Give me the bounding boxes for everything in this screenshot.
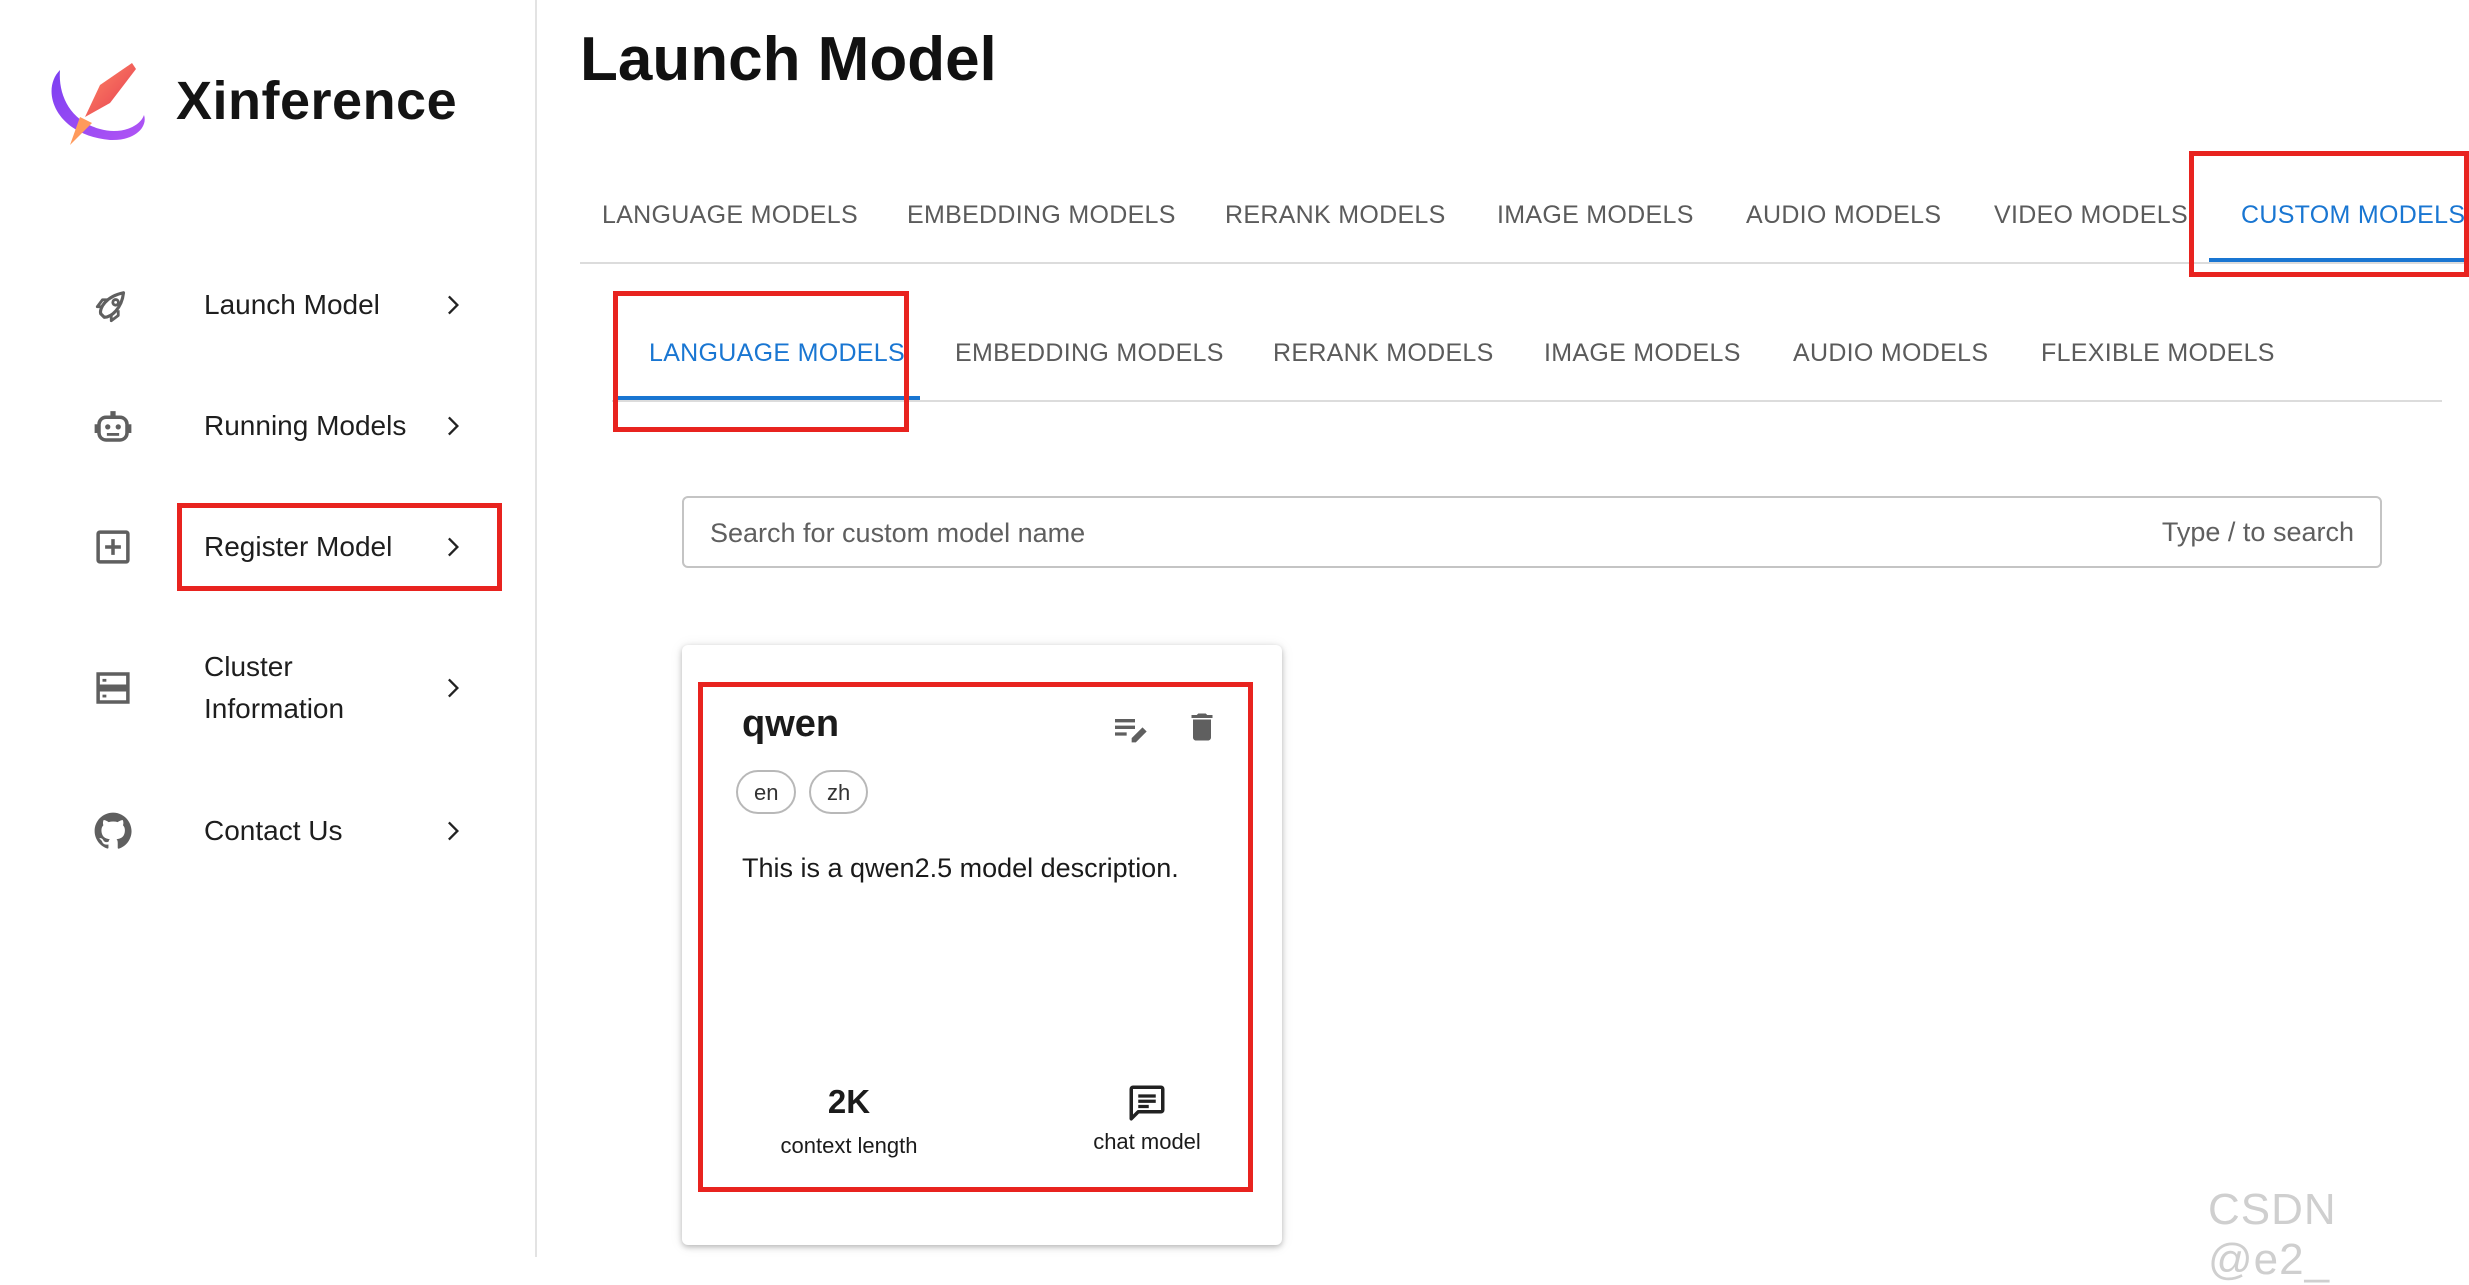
subtab-language-models[interactable]: LANGUAGE MODELS [649,318,905,400]
xinference-logo-icon [51,63,145,145]
sidebar-item-label: Cluster [204,651,293,682]
edit-note-icon[interactable] [1110,709,1150,749]
chevron-right-icon [448,678,459,698]
search-input[interactable] [708,498,2012,568]
model-type-tabs: LANGUAGE MODELS EMBEDDING MODELS RERANK … [580,180,2469,264]
search-box: Type / to search [682,496,2382,568]
model-type-label: chat model [1093,1129,1201,1154]
sidebar-item-label: Running Models [204,410,407,441]
custom-model-type-subtabs: LANGUAGE MODELS EMBEDDING MODELS RERANK … [612,318,2442,402]
model-card[interactable]: qwen en zh This is a qwen2.5 model descr… [682,645,1282,1245]
active-tab-indicator [2209,258,2464,262]
robot-icon [94,411,132,442]
tab-embedding-models[interactable]: EMBEDDING MODELS [907,180,1176,262]
server-icon [96,672,130,704]
language-chip: zh [809,770,869,814]
sidebar-item-cluster-information[interactable]: Cluster Information [80,646,500,730]
chevron-right-icon [448,821,459,841]
sidebar-item-launch-model[interactable]: Launch Model [80,284,500,326]
brand-name: Xinference [176,71,458,131]
chevron-right-icon [448,295,459,315]
sidebar-item-label: Contact Us [204,815,343,846]
sidebar-item-contact-us[interactable]: Contact Us [80,810,500,852]
subtab-embedding-models[interactable]: EMBEDDING MODELS [955,318,1224,400]
chevron-right-icon [448,416,459,436]
tab-rerank-models[interactable]: RERANK MODELS [1225,180,1446,262]
github-icon [94,812,132,849]
model-name: qwen [742,703,840,745]
subtab-rerank-models[interactable]: RERANK MODELS [1273,318,1494,400]
sidebar: Xinference Launch Model Running Models R… [0,0,537,1257]
tab-language-models[interactable]: LANGUAGE MODELS [602,180,858,262]
subtab-audio-models[interactable]: AUDIO MODELS [1793,318,1988,400]
model-description: This is a qwen2.5 model description. [742,853,1179,883]
rocket-icon [95,291,126,323]
sidebar-item-label: Launch Model [204,289,380,320]
delete-icon[interactable] [1184,707,1220,747]
subtab-flexible-models[interactable]: FLEXIBLE MODELS [2041,318,2275,400]
context-length-value: 2K [827,1083,871,1120]
sidebar-item-label: Information [204,693,345,724]
sidebar-item-register-model[interactable]: Register Model [80,526,500,568]
language-chip: en [736,770,797,814]
chat-icon [1129,1085,1165,1121]
page-title: Launch Model [580,25,997,94]
tab-audio-models[interactable]: AUDIO MODELS [1746,180,1941,262]
context-length-label: context length [780,1133,918,1158]
watermark: CSDN @e2_ [2208,1185,2337,1284]
subtab-image-models[interactable]: IMAGE MODELS [1544,318,1741,400]
active-subtab-indicator [618,396,920,400]
tab-video-models[interactable]: VIDEO MODELS [1994,180,2188,262]
chevron-right-icon [448,537,459,557]
sidebar-item-label: Register Model [204,531,393,562]
tab-custom-models[interactable]: CUSTOM MODELS [2241,180,2465,262]
search-shortcut-hint: Type / to search [2161,517,2354,547]
add-box-icon [96,530,130,564]
sidebar-item-running-models[interactable]: Running Models [80,405,500,447]
tab-image-models[interactable]: IMAGE MODELS [1497,180,1694,262]
